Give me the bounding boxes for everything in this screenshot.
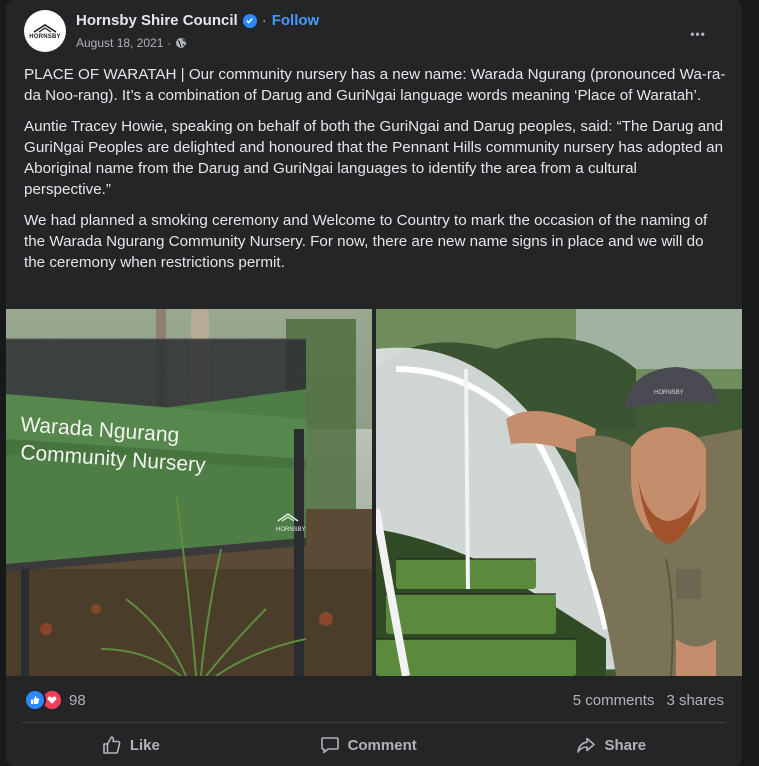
engagement-counts: 5 comments 3 shares xyxy=(573,692,724,709)
page-name-row: Hornsby Shire Council · Follow xyxy=(76,12,319,29)
more-options-button[interactable]: ••• xyxy=(680,16,716,52)
post-body: PLACE OF WARATAH | Our community nursery… xyxy=(24,64,726,283)
page-avatar[interactable]: HORNSBY xyxy=(24,10,66,52)
post-photos: Warada Ngurang Community Nursery HORNSBY xyxy=(6,309,742,676)
cap-logo-text: HORNSBY xyxy=(654,390,684,396)
share-button[interactable]: Share xyxy=(552,727,670,763)
facebook-post-card: HORNSBY Hornsby Shire Council · Follow A… xyxy=(6,0,742,766)
thumbs-up-outline-icon xyxy=(103,736,121,754)
reactions-summary[interactable]: 98 xyxy=(24,689,86,711)
post-actions-bar: Like Comment Share xyxy=(22,726,726,764)
post-meta: August 18, 2021 · xyxy=(76,36,187,50)
follow-button[interactable]: Follow xyxy=(272,12,320,29)
post-stats: 98 5 comments 3 shares xyxy=(24,688,724,712)
reaction-count: 98 xyxy=(69,691,86,709)
sign-logo-text: HORNSBY xyxy=(276,527,306,533)
hornsby-logo-icon xyxy=(33,23,57,33)
like-button-label: Like xyxy=(129,736,160,754)
comment-button-label: Comment xyxy=(347,736,417,754)
globe-icon xyxy=(176,38,187,48)
share-button-label: Share xyxy=(604,736,647,754)
speech-bubble-icon xyxy=(320,737,339,754)
page-name-link[interactable]: Hornsby Shire Council xyxy=(76,12,238,29)
photo-nursery-worker[interactable]: HORNSBY xyxy=(376,309,742,676)
thumbs-up-icon xyxy=(24,689,46,711)
date-separator: · xyxy=(167,36,172,50)
post-date[interactable]: August 18, 2021 xyxy=(76,36,163,50)
shares-count-link[interactable]: 3 shares xyxy=(666,692,724,709)
comment-button[interactable]: Comment xyxy=(296,727,441,763)
post-header: HORNSBY Hornsby Shire Council · Follow A… xyxy=(24,10,724,54)
share-arrow-icon xyxy=(577,737,596,753)
more-horizontal-icon: ••• xyxy=(690,27,706,41)
comments-count-link[interactable]: 5 comments xyxy=(573,692,655,709)
like-button[interactable]: Like xyxy=(78,727,184,763)
post-paragraph-1: PLACE OF WARATAH | Our community nursery… xyxy=(24,66,726,104)
reaction-icons xyxy=(24,689,63,711)
actions-divider xyxy=(22,722,726,723)
post-paragraph-3: We had planned a smoking ceremony and We… xyxy=(24,212,708,271)
verified-badge-icon xyxy=(242,13,257,28)
header-separator: · xyxy=(261,12,267,29)
post-paragraph-2: Auntie Tracey Howie, speaking on behalf … xyxy=(24,118,724,198)
avatar-logo-text: HORNSBY xyxy=(29,33,61,40)
photo-nursery-sign[interactable]: Warada Ngurang Community Nursery HORNSBY xyxy=(6,309,372,676)
